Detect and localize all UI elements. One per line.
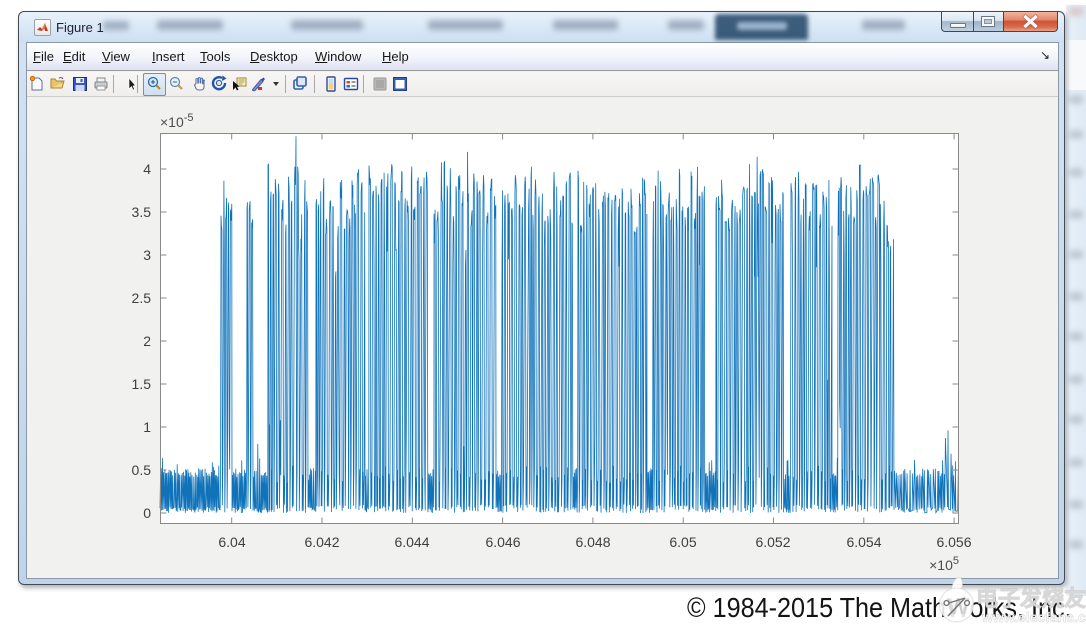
svg-text:6.044: 6.044 — [394, 534, 429, 550]
svg-text:×10-5: ×10-5 — [160, 112, 194, 130]
svg-text:6.056: 6.056 — [936, 534, 971, 550]
svg-text:1.5: 1.5 — [132, 376, 152, 392]
svg-text:×105: ×105 — [929, 555, 959, 573]
svg-text:3.5: 3.5 — [132, 204, 152, 220]
svg-text:2: 2 — [143, 333, 151, 349]
svg-text:0.5: 0.5 — [132, 462, 152, 478]
svg-text:6.04: 6.04 — [218, 534, 245, 550]
svg-text:1: 1 — [143, 419, 151, 435]
svg-text:3: 3 — [143, 247, 151, 263]
svg-text:0: 0 — [143, 505, 151, 521]
svg-text:6.054: 6.054 — [846, 534, 881, 550]
svg-text:6.048: 6.048 — [575, 534, 610, 550]
svg-text:2.5: 2.5 — [132, 290, 152, 306]
svg-text:6.046: 6.046 — [485, 534, 520, 550]
svg-text:4: 4 — [143, 161, 151, 177]
svg-text:6.052: 6.052 — [755, 534, 790, 550]
svg-text:6.05: 6.05 — [669, 534, 696, 550]
svg-text:6.042: 6.042 — [304, 534, 339, 550]
